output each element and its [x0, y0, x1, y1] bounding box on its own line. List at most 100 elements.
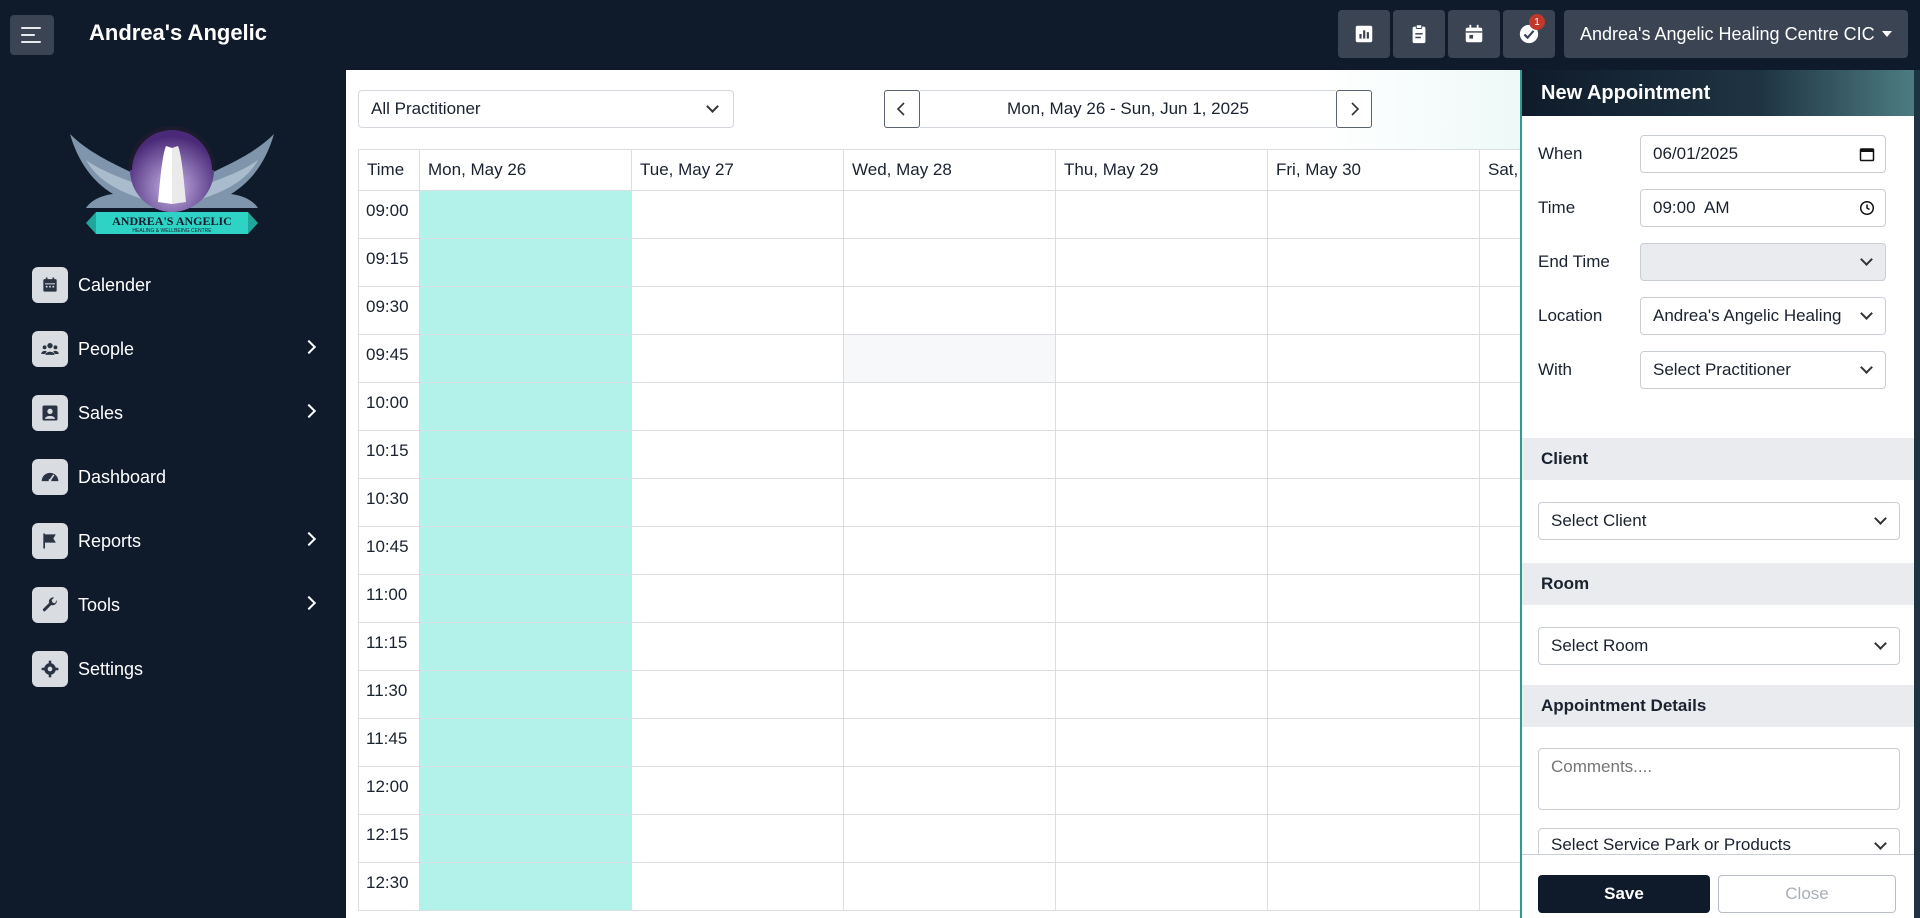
- time-slot-cell[interactable]: [419, 863, 631, 911]
- close-button[interactable]: Close: [1718, 875, 1896, 913]
- time-slot-cell[interactable]: [631, 671, 843, 719]
- clock-icon[interactable]: [1859, 200, 1875, 216]
- practitioner-filter-select[interactable]: All Practitioner: [358, 90, 734, 128]
- time-slot-cell[interactable]: [1267, 479, 1479, 527]
- time-slot-cell[interactable]: [631, 863, 843, 911]
- end-time-select[interactable]: [1640, 243, 1886, 281]
- calendar-icon[interactable]: [1859, 146, 1875, 162]
- time-slot-cell[interactable]: [1267, 719, 1479, 767]
- room-select[interactable]: Select Room: [1538, 627, 1900, 665]
- time-slot-cell[interactable]: [843, 383, 1055, 431]
- time-slot-cell[interactable]: [1055, 191, 1267, 239]
- time-slot-cell[interactable]: [843, 239, 1055, 287]
- time-slot-cell[interactable]: [419, 431, 631, 479]
- time-slot-cell[interactable]: [843, 623, 1055, 671]
- time-slot-cell[interactable]: [1055, 863, 1267, 911]
- time-slot-cell[interactable]: [1267, 671, 1479, 719]
- time-slot-cell[interactable]: [1479, 815, 1520, 863]
- time-slot-cell[interactable]: [631, 191, 843, 239]
- client-select[interactable]: Select Client: [1538, 502, 1900, 540]
- time-slot-cell[interactable]: [1267, 239, 1479, 287]
- time-slot-cell[interactable]: [419, 719, 631, 767]
- practitioner-select[interactable]: Select Practitioner: [1640, 351, 1886, 389]
- sidebar-item-tools[interactable]: Tools: [32, 585, 322, 625]
- sidebar-item-people[interactable]: People: [32, 329, 322, 369]
- time-slot-cell[interactable]: [1055, 383, 1267, 431]
- time-slot-cell[interactable]: [843, 815, 1055, 863]
- time-slot-cell[interactable]: [419, 575, 631, 623]
- time-slot-cell[interactable]: [1479, 287, 1520, 335]
- time-slot-cell[interactable]: [1055, 479, 1267, 527]
- time-slot-cell[interactable]: [631, 575, 843, 623]
- when-date-field[interactable]: 06/01/2025: [1640, 135, 1886, 173]
- time-slot-cell[interactable]: [1055, 623, 1267, 671]
- time-slot-cell[interactable]: [631, 527, 843, 575]
- time-slot-cell[interactable]: [1479, 527, 1520, 575]
- save-button[interactable]: Save: [1538, 875, 1710, 913]
- next-week-button[interactable]: [1336, 90, 1372, 128]
- time-slot-cell[interactable]: [1479, 479, 1520, 527]
- reports-shortcut-button[interactable]: [1338, 10, 1390, 58]
- time-slot-cell[interactable]: [1479, 575, 1520, 623]
- sidebar-item-reports[interactable]: Reports: [32, 521, 322, 561]
- time-slot-cell[interactable]: [843, 719, 1055, 767]
- sidebar-item-calender[interactable]: Calender: [32, 265, 322, 305]
- time-slot-cell[interactable]: [419, 527, 631, 575]
- time-slot-cell[interactable]: [631, 287, 843, 335]
- time-slot-cell[interactable]: [1055, 815, 1267, 863]
- time-slot-cell[interactable]: [843, 767, 1055, 815]
- time-field[interactable]: 09:00 AM: [1640, 189, 1886, 227]
- previous-week-button[interactable]: [884, 90, 920, 128]
- time-slot-cell[interactable]: [631, 815, 843, 863]
- time-slot-cell[interactable]: [1267, 191, 1479, 239]
- time-slot-cell[interactable]: [843, 863, 1055, 911]
- time-slot-cell[interactable]: [843, 671, 1055, 719]
- time-slot-cell[interactable]: [1267, 815, 1479, 863]
- time-slot-cell[interactable]: [631, 335, 843, 383]
- time-slot-cell[interactable]: [631, 431, 843, 479]
- menu-toggle-button[interactable]: [10, 15, 54, 55]
- time-slot-cell[interactable]: [1267, 863, 1479, 911]
- time-slot-cell[interactable]: [843, 431, 1055, 479]
- time-slot-cell[interactable]: [1479, 383, 1520, 431]
- time-slot-cell[interactable]: [843, 527, 1055, 575]
- time-slot-cell[interactable]: [1055, 287, 1267, 335]
- time-slot-cell[interactable]: [1267, 383, 1479, 431]
- time-slot-cell[interactable]: [1055, 575, 1267, 623]
- time-slot-cell[interactable]: [419, 767, 631, 815]
- location-select[interactable]: Andrea's Angelic Healing: [1640, 297, 1886, 335]
- time-slot-cell[interactable]: [419, 479, 631, 527]
- time-slot-cell[interactable]: [631, 767, 843, 815]
- time-slot-cell[interactable]: [1479, 191, 1520, 239]
- time-slot-cell[interactable]: [843, 479, 1055, 527]
- sidebar-item-settings[interactable]: Settings: [32, 649, 322, 689]
- time-slot-cell[interactable]: [1479, 671, 1520, 719]
- time-slot-cell[interactable]: [1055, 767, 1267, 815]
- time-slot-cell[interactable]: [631, 623, 843, 671]
- time-slot-cell[interactable]: [1055, 719, 1267, 767]
- sidebar-item-sales[interactable]: Sales: [32, 393, 322, 433]
- time-slot-cell[interactable]: [1055, 671, 1267, 719]
- time-slot-cell[interactable]: [1479, 719, 1520, 767]
- time-slot-cell[interactable]: [843, 575, 1055, 623]
- time-slot-cell[interactable]: [419, 671, 631, 719]
- panel-scrollbar[interactable]: [1914, 70, 1920, 918]
- time-slot-cell[interactable]: [631, 383, 843, 431]
- time-slot-cell[interactable]: [1055, 431, 1267, 479]
- time-slot-cell[interactable]: [419, 815, 631, 863]
- time-slot-cell[interactable]: [1479, 431, 1520, 479]
- time-slot-cell[interactable]: [631, 479, 843, 527]
- comments-textarea[interactable]: [1538, 748, 1900, 810]
- organization-select[interactable]: Andrea's Angelic Healing Centre CIC: [1564, 10, 1908, 58]
- time-slot-cell[interactable]: [419, 239, 631, 287]
- time-slot-cell[interactable]: [1267, 335, 1479, 383]
- time-slot-cell[interactable]: [1479, 767, 1520, 815]
- time-slot-cell[interactable]: [419, 191, 631, 239]
- time-slot-cell[interactable]: [843, 287, 1055, 335]
- time-slot-cell[interactable]: [1055, 335, 1267, 383]
- time-slot-cell[interactable]: [631, 239, 843, 287]
- time-slot-cell[interactable]: [1479, 863, 1520, 911]
- sidebar-item-dashboard[interactable]: Dashboard: [32, 457, 322, 497]
- time-slot-cell[interactable]: [1479, 623, 1520, 671]
- time-slot-cell[interactable]: [843, 191, 1055, 239]
